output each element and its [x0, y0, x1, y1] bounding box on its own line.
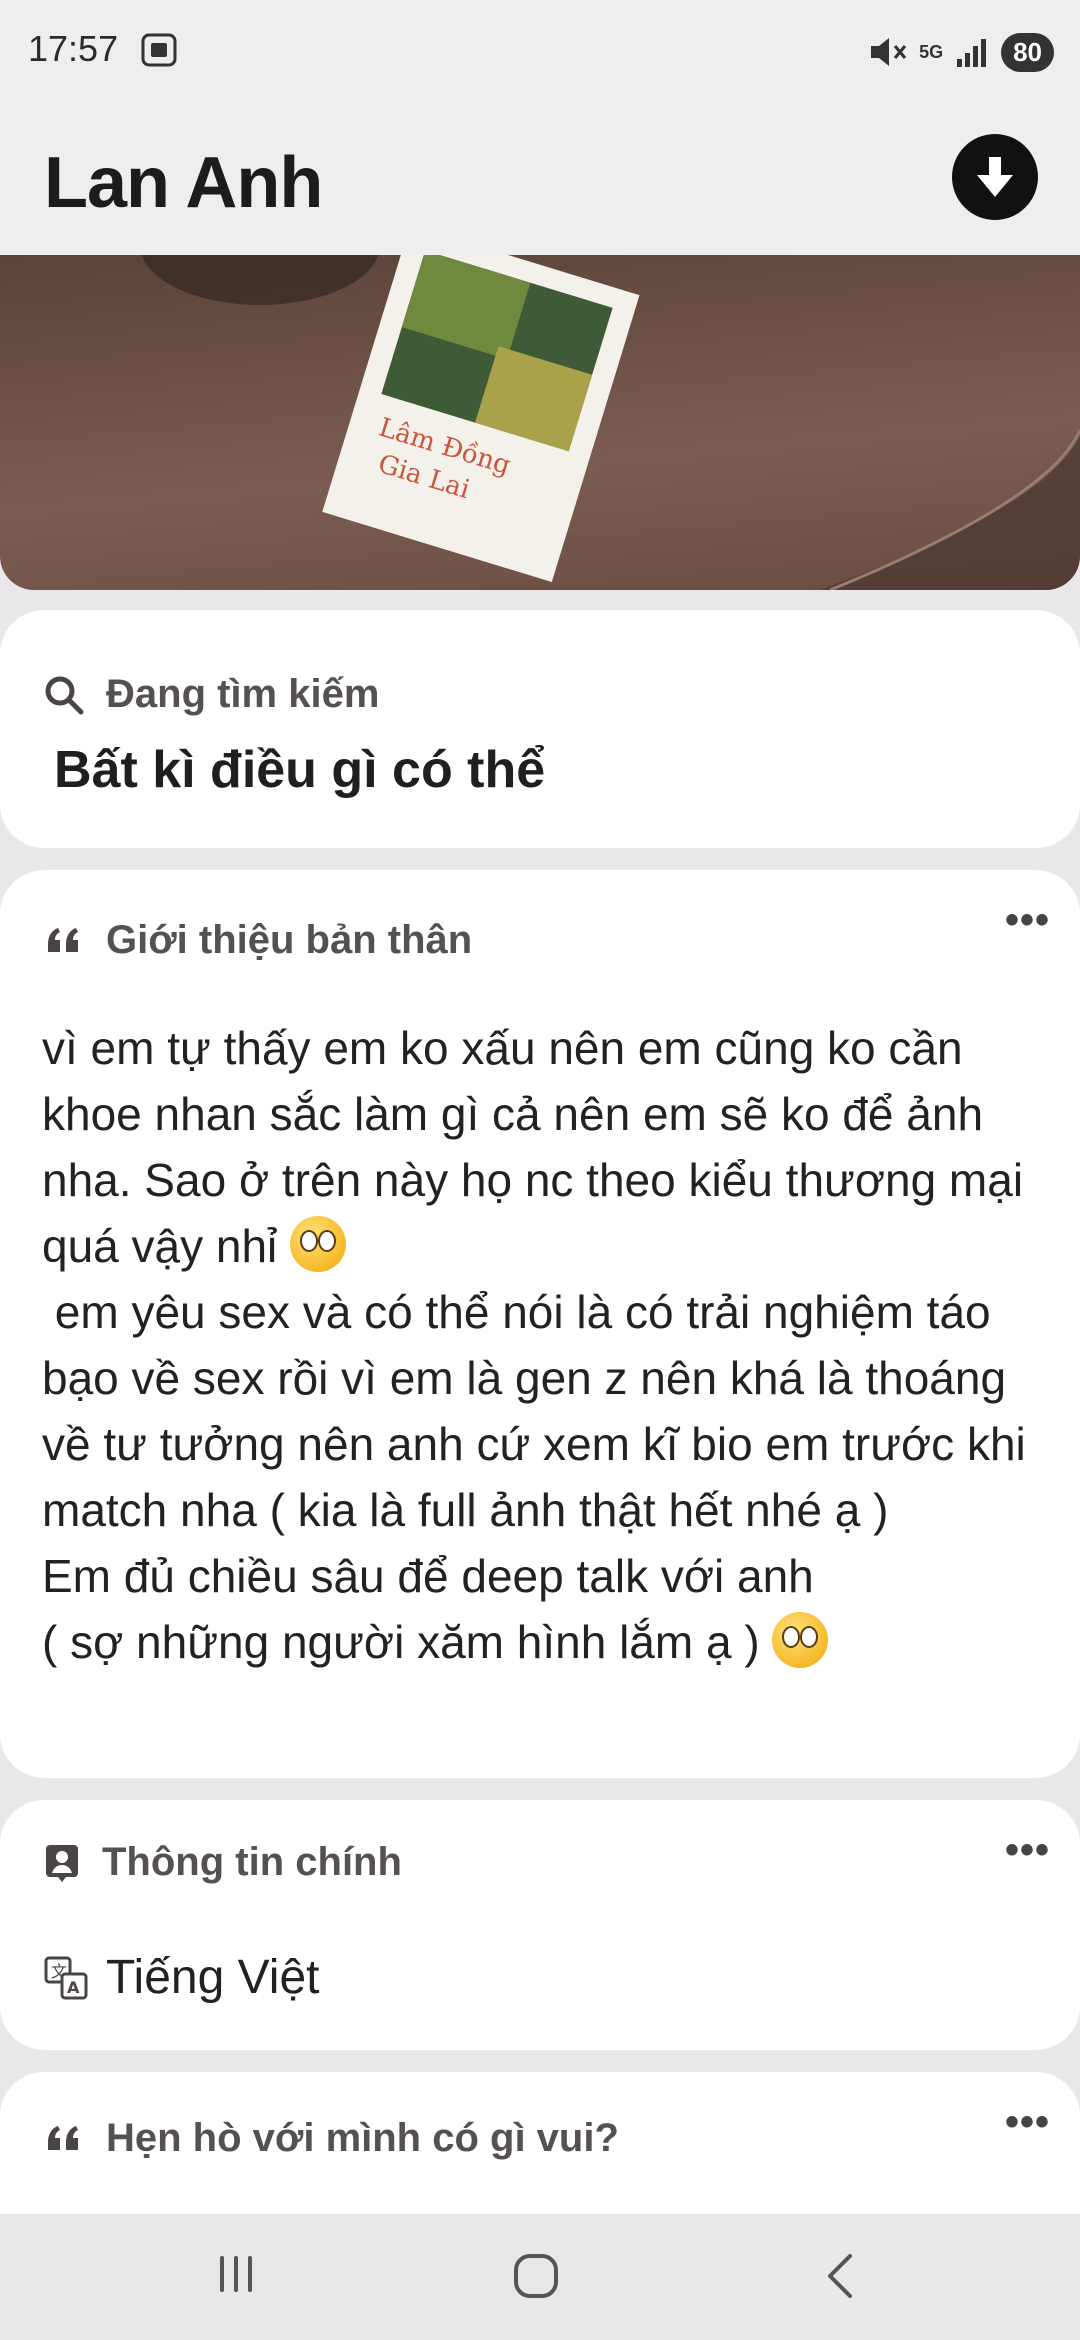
status-time: 17:57	[28, 28, 119, 69]
screen-record-icon	[141, 33, 177, 67]
bio-line-4: ( sợ những người xăm hình lắm ạ )	[42, 1616, 760, 1668]
download-button[interactable]	[952, 134, 1038, 220]
status-bar: 17:57 5G 80	[0, 0, 1080, 100]
dating-fun-more-button[interactable]: •••	[1005, 2100, 1050, 2145]
signal-icon	[957, 39, 987, 67]
system-nav-bar	[0, 2214, 1080, 2340]
photo-scene: Lâm Đồng Gia Lai	[141, 255, 1080, 590]
dating-fun-label: Hẹn hò với mình có gì vui?	[106, 2116, 619, 2160]
looking-for-card: Đang tìm kiếm Bất kì điều gì có thể	[0, 610, 1080, 848]
download-arrow-icon	[977, 157, 1013, 197]
search-icon	[45, 676, 84, 714]
language-row: 文 A Tiếng Việt	[44, 1950, 319, 2005]
back-icon[interactable]	[818, 2250, 862, 2302]
profile-header: Lan Anh	[0, 100, 1080, 255]
network-label: 5G	[919, 41, 944, 62]
profile-name: Lan Anh	[44, 143, 323, 223]
bio-line-2: em yêu sex và có thể nói là có trải nghi…	[42, 1286, 1039, 1536]
battery-indicator: 80	[1001, 32, 1054, 72]
pleading-emoji-icon	[772, 1612, 829, 1668]
quote-icon	[48, 927, 78, 952]
bio-line-1: vì em tự thấy em ko xấu nên em cũng ko c…	[42, 1022, 1036, 1272]
main-info-card: Thông tin chính ••• 文 A Tiếng Việt	[0, 1800, 1080, 2050]
looking-for-label: Đang tìm kiếm	[106, 672, 380, 716]
recent-apps-icon[interactable]	[212, 2250, 260, 2298]
eye-roll-emoji-icon	[290, 1216, 347, 1272]
profile-photo[interactable]: Lâm Đồng Gia Lai	[0, 255, 1080, 590]
bio-line-3: Em đủ chiều sâu để deep talk với anh	[42, 1550, 814, 1602]
svg-text:A: A	[67, 1978, 80, 1997]
translate-icon: 文 A	[44, 1956, 88, 1999]
home-icon[interactable]	[510, 2250, 562, 2302]
main-info-more-button[interactable]: •••	[1005, 1828, 1050, 1873]
mute-icon	[871, 38, 907, 66]
looking-for-value: Bất kì điều gì có thể	[54, 741, 546, 799]
status-icons: 5G 80	[867, 30, 1054, 74]
bio-text: vì em tự thấy em ko xấu nên em cũng ko c…	[42, 1015, 1052, 1675]
quote-icon	[48, 2125, 78, 2150]
bio-more-button[interactable]: •••	[1005, 898, 1050, 943]
bio-card: Giới thiệu bản thân ••• vì em tự thấy em…	[0, 870, 1080, 1778]
contact-card-icon	[46, 1844, 78, 1882]
bio-label: Giới thiệu bản thân	[106, 918, 473, 962]
main-info-label: Thông tin chính	[102, 1840, 402, 1884]
language-value: Tiếng Việt	[106, 1951, 320, 2004]
